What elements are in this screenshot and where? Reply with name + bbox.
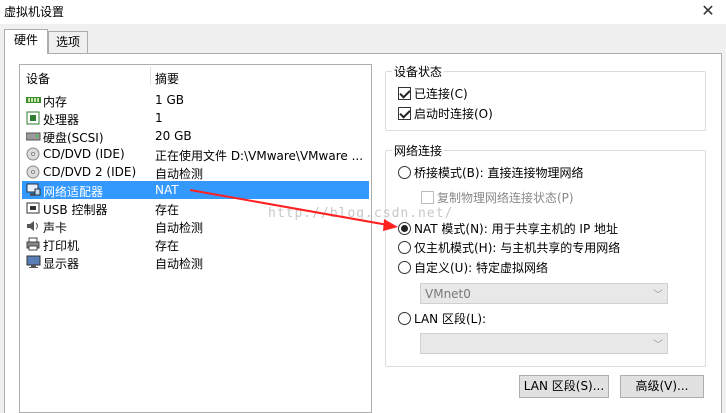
annotation-arrow [189, 189, 398, 231]
tab-hardware[interactable]: 硬件 [4, 29, 48, 54]
